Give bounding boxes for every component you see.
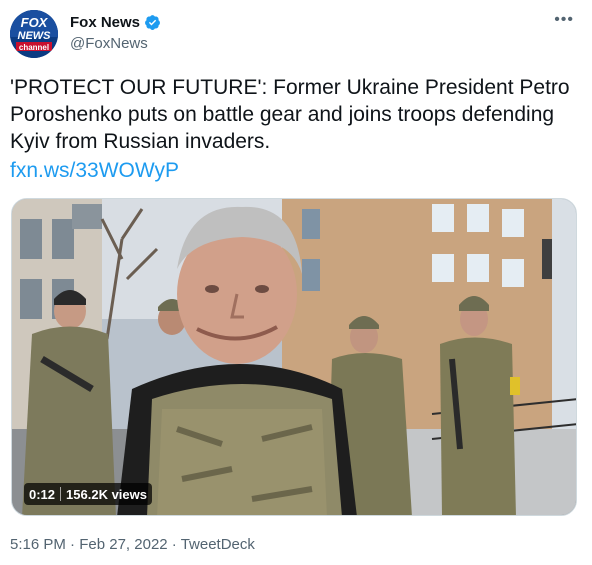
video-player[interactable]: 0:12 156.2K views: [11, 198, 577, 516]
badge-divider: [60, 487, 62, 501]
avatar-logo-text-mid: NEWS: [18, 30, 52, 42]
name-row: Fox News: [70, 13, 161, 32]
video-stats-badge: 0:12 156.2K views: [24, 483, 152, 505]
meta-separator-2: ·: [167, 536, 181, 553]
avatar-logo-text-top: FOX: [21, 15, 49, 30]
tweet-date[interactable]: Feb 27, 2022: [79, 536, 167, 553]
meta-separator-1: ·: [65, 536, 80, 553]
video-thumbnail: [12, 199, 576, 515]
more-options-icon[interactable]: •••: [554, 10, 574, 30]
tweet-link[interactable]: fxn.ws/33WOWyP: [10, 157, 179, 184]
fox-news-channel-logo-icon: FOX NEWS channel: [10, 10, 58, 58]
tweet-card: FOX NEWS channel Fox News @FoxNews ••• '…: [0, 0, 592, 565]
video-duration: 0:12: [29, 486, 56, 502]
video-views: 156.2K views: [66, 486, 147, 502]
avatar-logo-text-bottom: channel: [19, 43, 49, 52]
tweet-source: TweetDeck: [180, 536, 255, 553]
display-name[interactable]: Fox News: [70, 13, 140, 32]
verified-badge-icon: [145, 15, 160, 30]
tweet-text: 'PROTECT OUR FUTURE': Former Ukraine Pre…: [10, 76, 570, 153]
account-handle[interactable]: @FoxNews: [70, 34, 148, 53]
avatar[interactable]: FOX NEWS channel: [10, 10, 58, 58]
tweet-metadata: 5:16 PM · Feb 27, 2022 · TweetDeck: [10, 535, 255, 554]
tweet-time[interactable]: 5:16 PM: [10, 536, 66, 553]
